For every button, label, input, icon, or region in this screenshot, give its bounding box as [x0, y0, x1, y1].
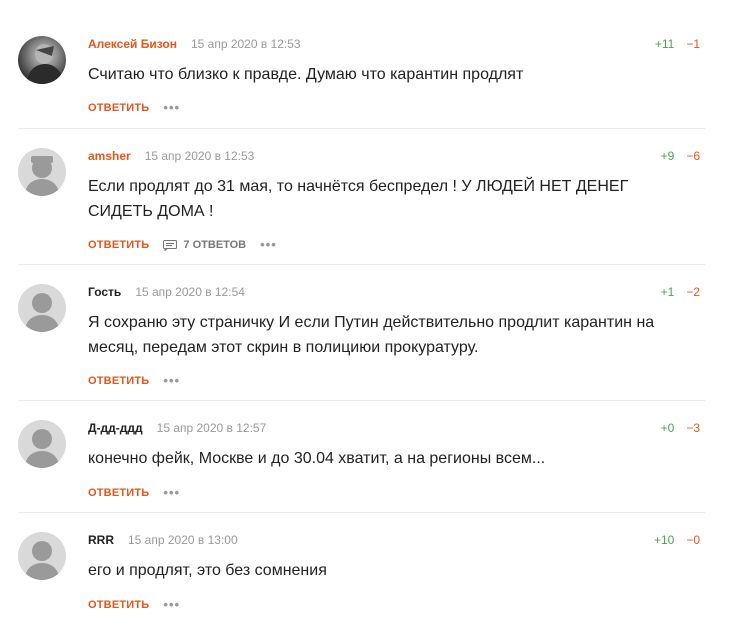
comment-text: Если продлят до 31 мая, то начнётся бесп… [88, 178, 629, 220]
reply-button[interactable]: ОТВЕТИТЬ [88, 598, 149, 612]
divider [18, 128, 705, 129]
avatar[interactable] [18, 148, 66, 196]
downvote-count[interactable]: −3 [686, 421, 700, 435]
user-photo-icon [26, 44, 64, 84]
user-silhouette-icon [18, 420, 66, 468]
user-silhouette-icon [18, 148, 66, 196]
comment-header: Алексей Бизон 15 апр 2020 в 12:53 [88, 36, 301, 52]
upvote-count[interactable]: +11 [655, 37, 674, 51]
reply-button[interactable]: ОТВЕТИТЬ [88, 238, 149, 252]
upvote-count[interactable]: +1 [661, 285, 675, 299]
downvote-count[interactable]: −6 [686, 149, 700, 163]
comment-actions: ОТВЕТИТЬ ••• [88, 101, 180, 115]
comment-actions: ОТВЕТИТЬ ••• [88, 598, 180, 612]
avatar[interactable] [18, 420, 66, 468]
vote-counter: +0 −3 [661, 420, 700, 436]
downvote-count[interactable]: −1 [686, 37, 700, 51]
divider [18, 400, 705, 401]
comment-date: 15 апр 2020 в 12:54 [135, 285, 245, 299]
comment-text: его и продлят, это без сомнения [88, 562, 327, 579]
comment-date: 15 апр 2020 в 12:57 [156, 421, 267, 435]
more-options-icon[interactable]: ••• [163, 101, 180, 115]
avatar[interactable] [18, 532, 66, 580]
upvote-count[interactable]: +9 [661, 149, 675, 163]
comment-text: Считаю что близко к правде. Думаю что ка… [88, 66, 524, 83]
comment-header: amsher 15 апр 2020 в 12:53 [88, 148, 254, 164]
comment-text: Я сохраню эту страничку И если Путин дей… [88, 314, 655, 356]
speech-bubble-icon [163, 239, 178, 251]
comment-date: 15 апр 2020 в 12:53 [190, 37, 301, 51]
user-silhouette-icon [18, 284, 66, 332]
comment-actions: ОТВЕТИТЬ ••• [88, 374, 180, 388]
comment-author[interactable]: Гость [88, 285, 121, 299]
divider [18, 512, 705, 513]
answers-link[interactable]: 7 ОТВЕТОВ [163, 238, 246, 252]
upvote-count[interactable]: +10 [654, 533, 674, 547]
upvote-count[interactable]: +0 [661, 421, 675, 435]
more-options-icon[interactable]: ••• [163, 374, 180, 388]
vote-counter: +9 −6 [661, 148, 700, 164]
reply-button[interactable]: ОТВЕТИТЬ [88, 486, 149, 500]
comment-date: 15 апр 2020 в 12:53 [144, 149, 255, 163]
more-options-icon[interactable]: ••• [260, 238, 277, 252]
divider [18, 264, 705, 265]
comment-author[interactable]: Д-дд-ддд [88, 421, 143, 435]
more-options-icon[interactable]: ••• [163, 598, 180, 612]
comment-header: Д-дд-ддд 15 апр 2020 в 12:57 [88, 420, 266, 436]
comment-text: конечно фейк, Москве и до 30.04 хватит, … [88, 450, 546, 467]
comment-date: 15 апр 2020 в 13:00 [128, 533, 238, 547]
comment-header: Гость 15 апр 2020 в 12:54 [88, 284, 245, 300]
comment-author[interactable]: Алексей Бизон [88, 37, 177, 51]
comment-header: RRR 15 апр 2020 в 13:00 [88, 532, 238, 548]
vote-counter: +10 −0 [654, 532, 700, 548]
comment-author[interactable]: amsher [88, 149, 131, 163]
answers-count: 7 ОТВЕТОВ [183, 239, 247, 251]
vote-counter: +11 −1 [655, 36, 700, 52]
avatar[interactable] [18, 36, 66, 84]
comment-actions: ОТВЕТИТЬ 7 ОТВЕТОВ ••• [88, 238, 277, 252]
more-options-icon[interactable]: ••• [163, 486, 180, 500]
comment-author[interactable]: RRR [88, 533, 114, 547]
comment-actions: ОТВЕТИТЬ ••• [88, 486, 180, 500]
avatar[interactable] [18, 284, 66, 332]
reply-button[interactable]: ОТВЕТИТЬ [88, 374, 149, 388]
vote-counter: +1 −2 [661, 284, 700, 300]
downvote-count[interactable]: −2 [686, 285, 700, 299]
reply-button[interactable]: ОТВЕТИТЬ [88, 101, 149, 115]
downvote-count[interactable]: −0 [686, 533, 700, 547]
user-silhouette-icon [18, 532, 66, 580]
